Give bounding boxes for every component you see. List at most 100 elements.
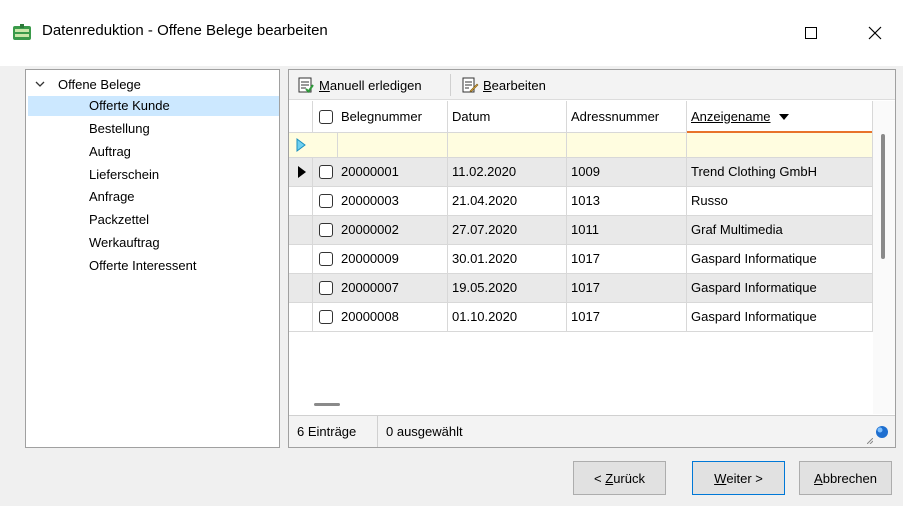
- manual-complete-label: anuell erledigen: [329, 77, 422, 93]
- entries-count: 6 Einträge: [289, 416, 378, 447]
- cell-adressnummer: 1017: [567, 245, 687, 273]
- manual-complete-button[interactable]: Manuell erledigen: [297, 74, 422, 96]
- filter-row[interactable]: [289, 133, 873, 158]
- maximize-icon: [805, 27, 817, 39]
- filter-cell-adressnummer[interactable]: [567, 133, 687, 157]
- maximize-button[interactable]: [788, 16, 834, 50]
- table-row[interactable]: 20000001 11.02.2020 1009 Trend Clothing …: [289, 158, 873, 187]
- cell-anzeigename: Gaspard Informatique: [687, 274, 873, 302]
- globe-icon[interactable]: [875, 425, 889, 439]
- edit-button[interactable]: Bearbeiten: [461, 74, 546, 96]
- tree-item-lieferschein[interactable]: Lieferschein: [89, 165, 159, 185]
- header-datum[interactable]: Datum: [448, 101, 567, 133]
- header-belegnummer[interactable]: Belegnummer: [338, 101, 448, 133]
- edit-mnemonic: B: [483, 77, 492, 93]
- close-button[interactable]: [852, 16, 898, 50]
- cell-adressnummer: 1013: [567, 187, 687, 215]
- row-checkbox-cell[interactable]: [313, 303, 338, 331]
- row-checkbox-cell[interactable]: [313, 187, 338, 215]
- cell-datum: 21.04.2020: [448, 187, 567, 215]
- vertical-scrollbar[interactable]: [873, 101, 895, 414]
- tree-root-offene-belege[interactable]: Offene Belege: [34, 74, 141, 94]
- chevron-down-icon[interactable]: [34, 78, 46, 90]
- cell-datum: 19.05.2020: [448, 274, 567, 302]
- row-checkbox[interactable]: [318, 223, 333, 237]
- table-row[interactable]: 20000009 30.01.2020 1017 Gaspard Informa…: [289, 245, 873, 274]
- filter-row-indicator-icon: [296, 138, 306, 152]
- row-checkbox-cell[interactable]: [313, 274, 338, 302]
- edit-label: earbeiten: [491, 77, 546, 93]
- header-select-all[interactable]: [313, 101, 338, 133]
- title-bar: Datenreduktion - Offene Belege bearbeite…: [0, 0, 903, 66]
- table-row[interactable]: 20000003 21.04.2020 1013 Russo: [289, 187, 873, 216]
- filter-cell-check[interactable]: [313, 133, 338, 157]
- row-indicator: [289, 274, 313, 302]
- row-indicator: [289, 216, 313, 244]
- cell-adressnummer: 1017: [567, 274, 687, 302]
- select-all-checkbox[interactable]: [318, 109, 333, 124]
- row-indicator: [289, 245, 313, 273]
- cell-belegnummer: 20000003: [338, 187, 448, 215]
- row-checkbox[interactable]: [318, 281, 333, 295]
- table-row[interactable]: 20000002 27.07.2020 1011 Graf Multimedia: [289, 216, 873, 245]
- sort-descending-icon: [778, 113, 789, 120]
- back-button-prefix: <: [594, 470, 606, 486]
- resize-grip-icon: [867, 438, 873, 444]
- next-button-mnemonic: W: [714, 470, 727, 486]
- row-indicator: [289, 187, 313, 215]
- filter-cell-datum[interactable]: [448, 133, 567, 157]
- header-anzeigename[interactable]: Anzeigename: [687, 101, 873, 133]
- tree-item-anfrage[interactable]: Anfrage: [89, 187, 135, 207]
- row-checkbox[interactable]: [318, 310, 333, 324]
- cell-anzeigename: Trend Clothing GmbH: [687, 158, 873, 186]
- row-checkbox[interactable]: [318, 252, 333, 266]
- cell-belegnummer: 20000008: [338, 303, 448, 331]
- tree-root-label: Offene Belege: [58, 76, 141, 92]
- filter-cell-anzeigename[interactable]: [687, 133, 873, 157]
- cell-anzeigename: Gaspard Informatique: [687, 245, 873, 273]
- cancel-button[interactable]: Abbrechen: [799, 461, 892, 495]
- cell-adressnummer: 1011: [567, 216, 687, 244]
- header-adressnummer[interactable]: Adressnummer: [567, 101, 687, 133]
- close-icon: [868, 26, 882, 40]
- cell-belegnummer: 20000001: [338, 158, 448, 186]
- row-indicator: [289, 158, 313, 186]
- grid-toolbar: Manuell erledigen Bearbeiten: [289, 70, 895, 100]
- row-checkbox-cell[interactable]: [313, 158, 338, 186]
- next-button-label: eiter >: [726, 470, 763, 486]
- vertical-scrollbar-thumb[interactable]: [881, 134, 885, 259]
- document-type-tree[interactable]: Offene Belege Offerte Kunde Bestellung A…: [25, 69, 280, 448]
- tree-item-werkauftrag[interactable]: Werkauftrag: [89, 233, 160, 253]
- next-button[interactable]: Weiter >: [692, 461, 785, 495]
- grid-status-bar: 6 Einträge 0 ausgewählt: [289, 415, 895, 447]
- cell-belegnummer: 20000002: [338, 216, 448, 244]
- row-checkbox-cell[interactable]: [313, 245, 338, 273]
- back-button-label: urück: [613, 470, 645, 486]
- toolbar-separator: [450, 74, 451, 96]
- window-title: Datenreduktion - Offene Belege bearbeite…: [42, 22, 328, 39]
- filter-cell-belegnummer[interactable]: [338, 133, 448, 157]
- row-checkbox-cell[interactable]: [313, 216, 338, 244]
- checklist-icon: [298, 77, 314, 94]
- cell-anzeigename: Russo: [687, 187, 873, 215]
- back-button[interactable]: < Zurück: [573, 461, 666, 495]
- row-indicator: [289, 303, 313, 331]
- header-indicator: [289, 101, 313, 133]
- table-row[interactable]: 20000008 01.10.2020 1017 Gaspard Informa…: [289, 303, 873, 332]
- tree-item-bestellung[interactable]: Bestellung: [89, 119, 150, 139]
- app-icon: [12, 23, 32, 43]
- tree-item-auftrag[interactable]: Auftrag: [89, 142, 131, 162]
- horizontal-scrollbar-thumb[interactable]: [314, 403, 340, 406]
- table-row[interactable]: 20000007 19.05.2020 1017 Gaspard Informa…: [289, 274, 873, 303]
- cancel-button-mnemonic: A: [814, 470, 823, 486]
- selected-count: 0 ausgewählt: [386, 424, 463, 439]
- cell-anzeigename: Graf Multimedia: [687, 216, 873, 244]
- tree-item-offerte-interessent[interactable]: Offerte Interessent: [89, 256, 196, 276]
- header-anzeigename-label: Anzeigename: [691, 109, 771, 124]
- cell-datum: 30.01.2020: [448, 245, 567, 273]
- tree-item-offerte-kunde[interactable]: Offerte Kunde: [28, 96, 279, 116]
- back-button-mnemonic: Z: [605, 470, 614, 486]
- row-checkbox[interactable]: [318, 194, 333, 208]
- tree-item-packzettel[interactable]: Packzettel: [89, 210, 149, 230]
- row-checkbox[interactable]: [318, 165, 333, 179]
